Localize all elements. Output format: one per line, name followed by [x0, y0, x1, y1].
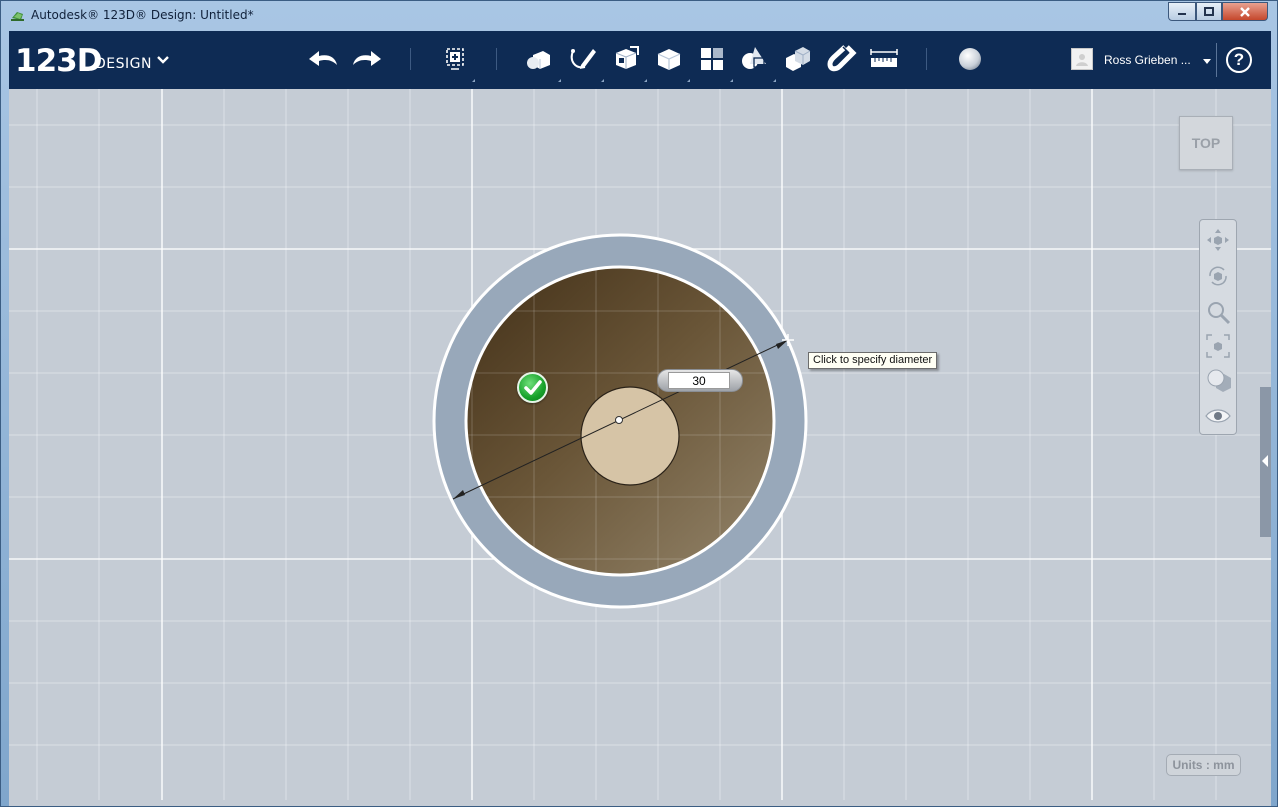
help-button[interactable]: ?	[1226, 47, 1252, 73]
transform-icon[interactable]	[439, 43, 471, 75]
3d-viewport[interactable]: Click to specify diameter TOP	[9, 89, 1271, 800]
primitives-icon[interactable]	[523, 43, 555, 75]
toolbar-separator	[926, 48, 927, 70]
app-icon	[11, 12, 24, 21]
avatar[interactable]	[1071, 48, 1093, 70]
checkmark-icon	[524, 380, 542, 395]
modify-icon[interactable]	[653, 43, 685, 75]
sketch-scene	[432, 233, 808, 609]
center-hole	[580, 386, 680, 486]
minimize-icon	[1178, 12, 1186, 15]
tooltip: Click to specify diameter	[808, 352, 938, 369]
maximize-button[interactable]	[1196, 2, 1222, 21]
maximize-icon	[1204, 6, 1214, 16]
construct-caret-icon	[644, 79, 647, 82]
main-toolbar: 123D DESIGN Ross Grieben ... ?	[9, 31, 1271, 89]
zoom-icon[interactable]	[1204, 298, 1232, 326]
expand-arrow-icon	[1262, 455, 1268, 467]
diameter-entry-pill	[657, 369, 743, 392]
transform-caret-icon	[472, 79, 475, 82]
sketch-icon[interactable]	[567, 43, 599, 75]
sketch-caret-icon	[601, 79, 604, 82]
viewport-bottom-edge	[9, 800, 1271, 806]
combine-icon[interactable]	[782, 43, 814, 75]
toolbar-separator	[410, 48, 411, 70]
diameter-input[interactable]	[668, 372, 730, 389]
pattern-icon[interactable]	[696, 43, 728, 75]
toolbar-separator	[1216, 43, 1217, 77]
user-icon	[1076, 54, 1088, 66]
snap-magnet-icon[interactable]	[825, 43, 857, 75]
window-title: Autodesk® 123D® Design: Untitled*	[31, 8, 254, 22]
construct-icon[interactable]	[610, 43, 642, 75]
minimize-button[interactable]	[1168, 2, 1196, 21]
undo-icon[interactable]	[307, 43, 339, 75]
grouping-icon[interactable]	[739, 43, 771, 75]
toolbar-separator	[496, 48, 497, 70]
views-icon[interactable]	[1204, 366, 1232, 394]
app-menu-chevron-icon[interactable]	[156, 55, 170, 65]
logo-design: DESIGN	[95, 56, 152, 72]
pattern-caret-icon	[730, 79, 733, 82]
units-indicator[interactable]: Units : mm	[1166, 754, 1241, 776]
redo-icon[interactable]	[351, 43, 383, 75]
fit-icon[interactable]	[1204, 332, 1232, 360]
view-cube[interactable]: TOP	[1179, 116, 1233, 170]
modify-caret-icon	[687, 79, 690, 82]
confirm-check-button[interactable]	[517, 372, 548, 403]
measure-ruler-icon[interactable]	[868, 43, 900, 75]
close-button[interactable]	[1222, 2, 1268, 21]
pan-icon[interactable]	[1204, 226, 1232, 254]
user-menu-chevron-icon[interactable]	[1203, 59, 1211, 64]
logo-123d: 123D	[15, 43, 102, 79]
material-sphere-icon[interactable]	[954, 43, 986, 75]
navigation-bar	[1199, 219, 1237, 435]
title-bar: Autodesk® 123D® Design: Untitled*	[1, 1, 1277, 31]
primitives-caret-icon	[558, 79, 561, 82]
orbit-icon[interactable]	[1204, 262, 1232, 290]
app-window: Autodesk® 123D® Design: Untitled* 123D D…	[0, 0, 1278, 807]
user-name[interactable]: Ross Grieben ...	[1104, 53, 1191, 67]
grouping-caret-icon	[773, 79, 776, 82]
center-point	[615, 416, 623, 424]
visibility-eye-icon[interactable]	[1204, 402, 1232, 430]
close-icon	[1240, 6, 1250, 17]
